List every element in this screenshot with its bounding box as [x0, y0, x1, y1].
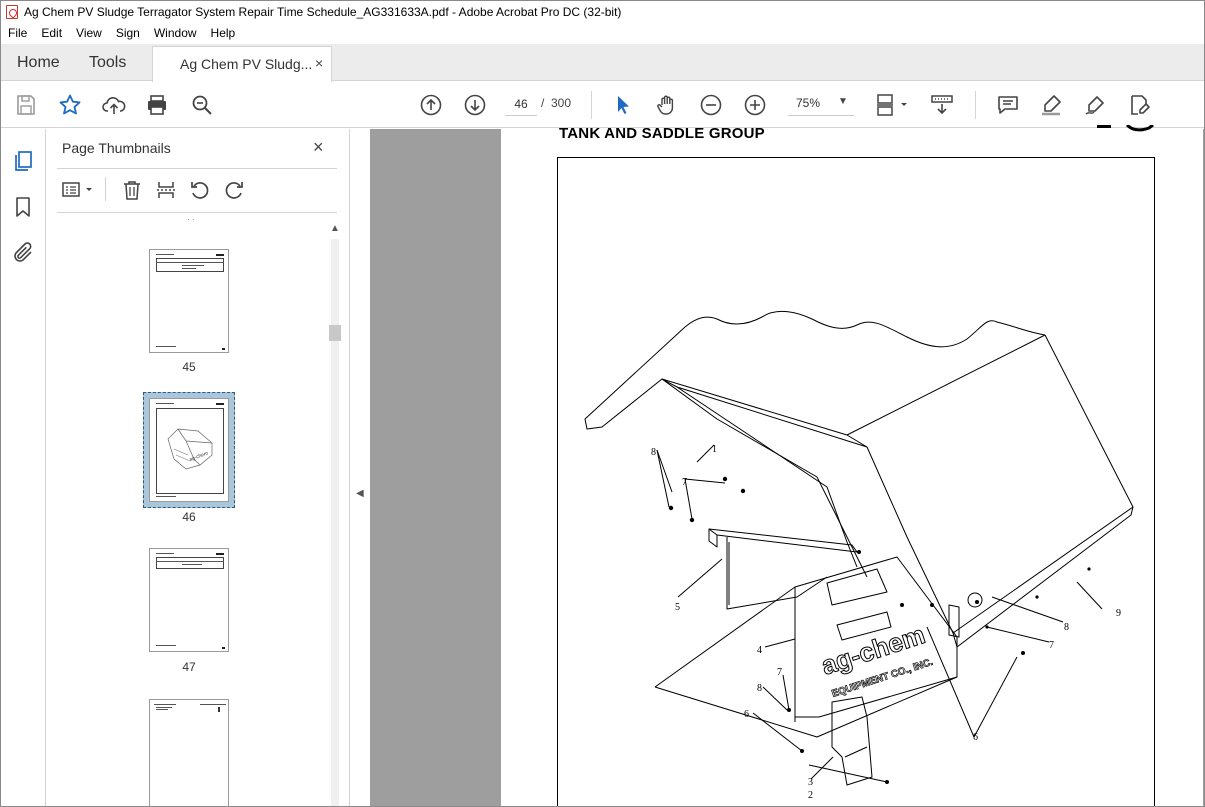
zoom-select[interactable]: 75% ▼: [788, 92, 854, 116]
scrollbar-thumb[interactable]: [329, 325, 341, 341]
zoom-out-icon[interactable]: [698, 92, 724, 118]
draw-sign-icon[interactable]: [1082, 92, 1108, 118]
page-separator: /: [541, 96, 545, 110]
callout-7-lower: 7: [777, 667, 782, 678]
left-navigation-rail: [1, 129, 46, 806]
toolbar-divider: [591, 91, 592, 119]
callout-6-right: 6: [973, 732, 978, 743]
print-icon[interactable]: [144, 92, 170, 118]
callout-6-left: 6: [744, 709, 749, 720]
panel-divider: [57, 212, 337, 213]
next-page-icon[interactable]: [462, 92, 488, 118]
page-total: 300: [551, 96, 572, 110]
main-toolbar: / 300 75% ▼: [1, 82, 1204, 128]
toolbar-divider: [975, 91, 976, 119]
thumbnail-label: 47: [182, 660, 196, 674]
title-bar: Ag Chem PV Sludge Terragator System Repa…: [1, 1, 1204, 23]
thumbnail-page-45[interactable]: [149, 249, 229, 353]
panel-close-icon[interactable]: ×: [313, 137, 324, 158]
callout-2: 2: [808, 790, 813, 801]
previous-page-icon[interactable]: [418, 92, 444, 118]
hand-tool-icon[interactable]: [654, 92, 680, 118]
callout-5: 5: [675, 602, 680, 613]
delete-trash-icon[interactable]: [121, 179, 143, 201]
svg-text:ag-chem: ag-chem: [189, 451, 209, 463]
callout-9: 9: [1116, 608, 1121, 619]
callout-7-right: 7: [1049, 640, 1054, 651]
acrobat-window: Ag Chem PV Sludge Terragator System Repa…: [0, 0, 1205, 807]
thumbnail-drawing: ag-chem: [167, 428, 213, 470]
panel-collapse-handle[interactable]: ◀: [349, 129, 369, 806]
save-icon[interactable]: [13, 92, 39, 118]
panel-divider: [57, 168, 337, 169]
thumbnail-page-46[interactable]: ag-chem: [149, 398, 229, 502]
scroll-up-arrow-icon[interactable]: ▲: [330, 223, 340, 234]
zoom-value: 75%: [796, 96, 821, 110]
thumbnail-page-48[interactable]: [149, 699, 229, 806]
tab-bar: Home Tools Ag Chem PV Sludg... ×: [1, 44, 1204, 82]
tab-close-icon[interactable]: ×: [315, 55, 323, 71]
panel-title: Page Thumbnails: [62, 140, 171, 156]
menu-bar: File Edit View Sign Window Help: [1, 23, 1204, 43]
page-header-logo-fragment: [1097, 125, 1154, 132]
menu-sign[interactable]: Sign: [109, 26, 147, 40]
attachments-paperclip-icon[interactable]: [11, 241, 35, 265]
page-thumbnails-panel: Page Thumbnails × · · 45 ag-chem 46 47 ▲: [47, 129, 348, 806]
edit-pdf-icon[interactable]: [1126, 92, 1152, 118]
callout-8-upper: 8: [651, 447, 656, 458]
callout-7-upper: 7: [682, 477, 687, 488]
menu-help[interactable]: Help: [204, 26, 243, 40]
zoom-in-icon[interactable]: [742, 92, 768, 118]
menu-window[interactable]: Window: [147, 26, 204, 40]
acrobat-app-icon: [6, 5, 18, 19]
tab-home[interactable]: Home: [17, 54, 60, 72]
thumbnail-label: 46: [182, 510, 196, 524]
page-display-icon[interactable]: [874, 92, 912, 118]
highlight-pen-icon[interactable]: [1038, 92, 1064, 118]
callout-8-lower: 8: [757, 683, 762, 694]
tab-document[interactable]: Ag Chem PV Sludg... ×: [152, 46, 332, 82]
menu-edit[interactable]: Edit: [34, 26, 69, 40]
page-thumbnails-icon[interactable]: [11, 149, 35, 173]
tab-tools[interactable]: Tools: [89, 54, 126, 72]
menu-view[interactable]: View: [69, 26, 109, 40]
thumbnail-options-icon[interactable]: [61, 179, 97, 201]
rotate-left-icon[interactable]: [189, 179, 211, 201]
exploded-parts-diagram: ag-chem EQUIPMENT CO., INC. 1 8 7 5 4 7 …: [584, 310, 1134, 801]
tab-document-label: Ag Chem PV Sludg...: [180, 56, 313, 72]
scroll-mode-icon[interactable]: [929, 92, 955, 118]
search-zoom-icon[interactable]: [189, 92, 215, 118]
upload-cloud-icon[interactable]: [101, 92, 127, 118]
thumbnail-label-partial: · ·: [187, 215, 195, 224]
rotate-right-icon[interactable]: [223, 179, 245, 201]
callout-8-right: 8: [1064, 622, 1069, 633]
menu-file[interactable]: File: [1, 26, 34, 40]
callout-1: 1: [712, 444, 717, 455]
bookmarks-icon[interactable]: [11, 195, 35, 219]
chevron-down-icon: ▼: [838, 96, 848, 107]
bookmark-star-icon[interactable]: [57, 92, 83, 118]
page-number-input[interactable]: [505, 92, 537, 116]
document-heading: TANK AND SADDLE GROUP: [559, 125, 765, 142]
callout-4: 4: [757, 645, 762, 656]
comment-icon[interactable]: [995, 92, 1021, 118]
insert-page-icon[interactable]: [155, 179, 177, 201]
window-title: Ag Chem PV Sludge Terragator System Repa…: [24, 5, 622, 19]
thumbnail-label: 45: [182, 360, 196, 374]
collapse-left-arrow-icon[interactable]: ◀: [356, 488, 364, 499]
thumbnail-scrollbar[interactable]: ▲: [328, 221, 342, 806]
thumbnail-page-47[interactable]: [149, 548, 229, 652]
callout-3: 3: [808, 777, 813, 788]
panel-toolbar-divider: [105, 177, 106, 201]
select-cursor-icon[interactable]: [610, 92, 636, 118]
